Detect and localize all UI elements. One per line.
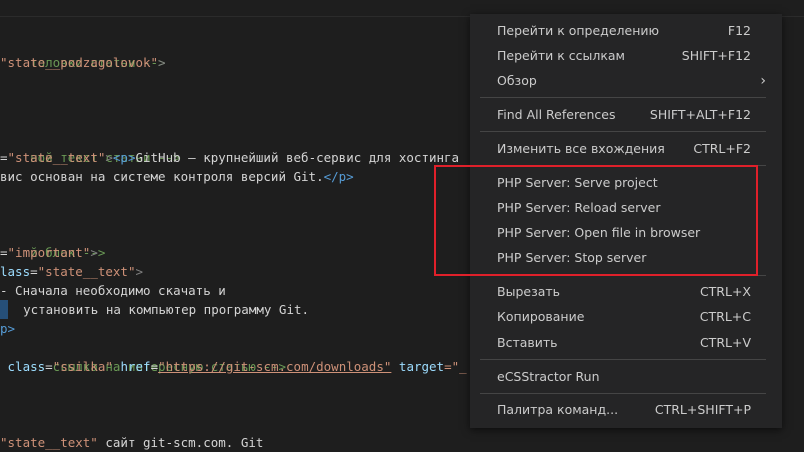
indent-guide	[0, 300, 8, 319]
menu-item-shortcut: F12	[727, 23, 751, 38]
menu-separator	[480, 359, 766, 360]
menu-item-find-all-references[interactable]: Find All References SHIFT+ALT+F12	[470, 104, 782, 126]
code-punct: =	[0, 245, 8, 260]
code-text: установить на компьютер программу Git.	[23, 302, 310, 317]
menu-item-label: Палитра команд...	[497, 402, 619, 417]
menu-item-go-to-definition[interactable]: Перейти к определению F12	[470, 20, 782, 42]
code-punct: =	[0, 150, 8, 165]
code-attr: href	[120, 359, 151, 374]
code-punct: >	[90, 245, 98, 260]
code-punct: >	[158, 55, 166, 70]
menu-item-peek[interactable]: Обзор ›	[470, 70, 782, 92]
menu-item-label: Вставить	[497, 335, 558, 350]
menu-item-label: Перейти к ссылкам	[497, 48, 625, 63]
code-string: "state__text"	[0, 435, 98, 450]
code-line: толовки статьи -->	[0, 34, 165, 70]
menu-item-label: Вырезать	[497, 284, 561, 299]
code-line: -- ссылка на интересную статью -->	[0, 338, 286, 374]
code-line: p>	[0, 319, 15, 338]
code-line: й блок -->	[0, 224, 105, 260]
code-line: установить на компьютер программу Git.	[0, 300, 309, 319]
menu-item-shortcut: CTRL+F2	[693, 141, 751, 156]
menu-separator	[480, 131, 766, 132]
menu-item-ecsstractor-run[interactable]: eCSStractor Run	[470, 366, 782, 388]
php-server-highlight-box	[434, 165, 758, 276]
code-tag: p>	[0, 321, 16, 336]
code-attr: lass	[0, 264, 31, 279]
code-tag: </p>	[323, 169, 354, 184]
code-string: "ssilka"	[52, 359, 113, 374]
menu-item-shortcut: SHIFT+F12	[681, 48, 751, 63]
code-line: вис основан на системе контроля версий G…	[0, 167, 354, 186]
menu-item-label: Копирование	[497, 309, 585, 324]
code-link[interactable]: "https://git-scm.com/downloads"	[158, 359, 391, 374]
code-attr: class	[7, 359, 46, 374]
code-line: ной текст статьи -->	[0, 129, 181, 165]
menu-item-shortcut: SHIFT+ALT+F12	[649, 107, 751, 122]
menu-item-label: Перейти к определению	[497, 23, 660, 38]
code-punct: =	[30, 264, 38, 279]
code-text: GitHub — крупнейший веб-сервис для хости…	[135, 150, 460, 165]
code-line: ="important">	[0, 243, 98, 262]
code-line: - Сначала необходимо скачать и	[0, 281, 226, 300]
code-string: "important"	[7, 245, 91, 260]
code-string: ="_	[444, 359, 467, 374]
menu-separator	[480, 97, 766, 98]
code-text: сайт git-scm.com. Git	[97, 435, 264, 450]
code-text: вис основан на системе контроля версий G…	[0, 169, 324, 184]
code-string: "state__podzagolovok"	[0, 55, 159, 70]
chevron-right-icon: ›	[760, 73, 766, 89]
menu-item-shortcut: CTRL+C	[699, 309, 751, 324]
code-line: class="ssilka" href="https://git-scm.com…	[7, 359, 467, 374]
code-line: "state__text" сайт git-scm.com. Git	[0, 433, 263, 452]
code-line: ="state__text"><p>GitHub — крупнейший ве…	[0, 148, 459, 167]
menu-item-label: Изменить все вхождения	[497, 141, 665, 156]
menu-item-shortcut: CTRL+X	[699, 284, 751, 299]
menu-item-change-all-occurrences[interactable]: Изменить все вхождения CTRL+F2	[470, 138, 782, 160]
menu-item-paste[interactable]: Вставить CTRL+V	[470, 332, 782, 354]
code-string: "state__text"	[37, 264, 136, 279]
code-text: - Сначала необходимо скачать и	[0, 283, 226, 298]
menu-item-cut[interactable]: Вырезать CTRL+X	[470, 281, 782, 303]
code-attr: target	[398, 359, 445, 374]
menu-item-shortcut: CTRL+SHIFT+P	[654, 402, 751, 417]
menu-item-shortcut: CTRL+V	[699, 335, 751, 350]
menu-item-copy[interactable]: Копирование CTRL+C	[470, 306, 782, 328]
menu-item-go-to-references[interactable]: Перейти к ссылкам SHIFT+F12	[470, 45, 782, 67]
menu-item-label: eCSStractor Run	[497, 369, 600, 384]
code-tag: <p>	[112, 150, 136, 165]
menu-item-label: Обзор	[497, 73, 537, 88]
code-punct: >	[105, 150, 113, 165]
menu-item-command-palette[interactable]: Палитра команд... CTRL+SHIFT+P	[470, 399, 782, 421]
code-punct: >	[135, 264, 144, 279]
code-line: lass="state__text">	[0, 262, 143, 281]
code-line: "state__podzagolovok">	[0, 53, 166, 72]
menu-item-label: Find All References	[497, 107, 616, 122]
menu-separator	[480, 393, 766, 394]
code-string: "state__text"	[7, 150, 106, 165]
